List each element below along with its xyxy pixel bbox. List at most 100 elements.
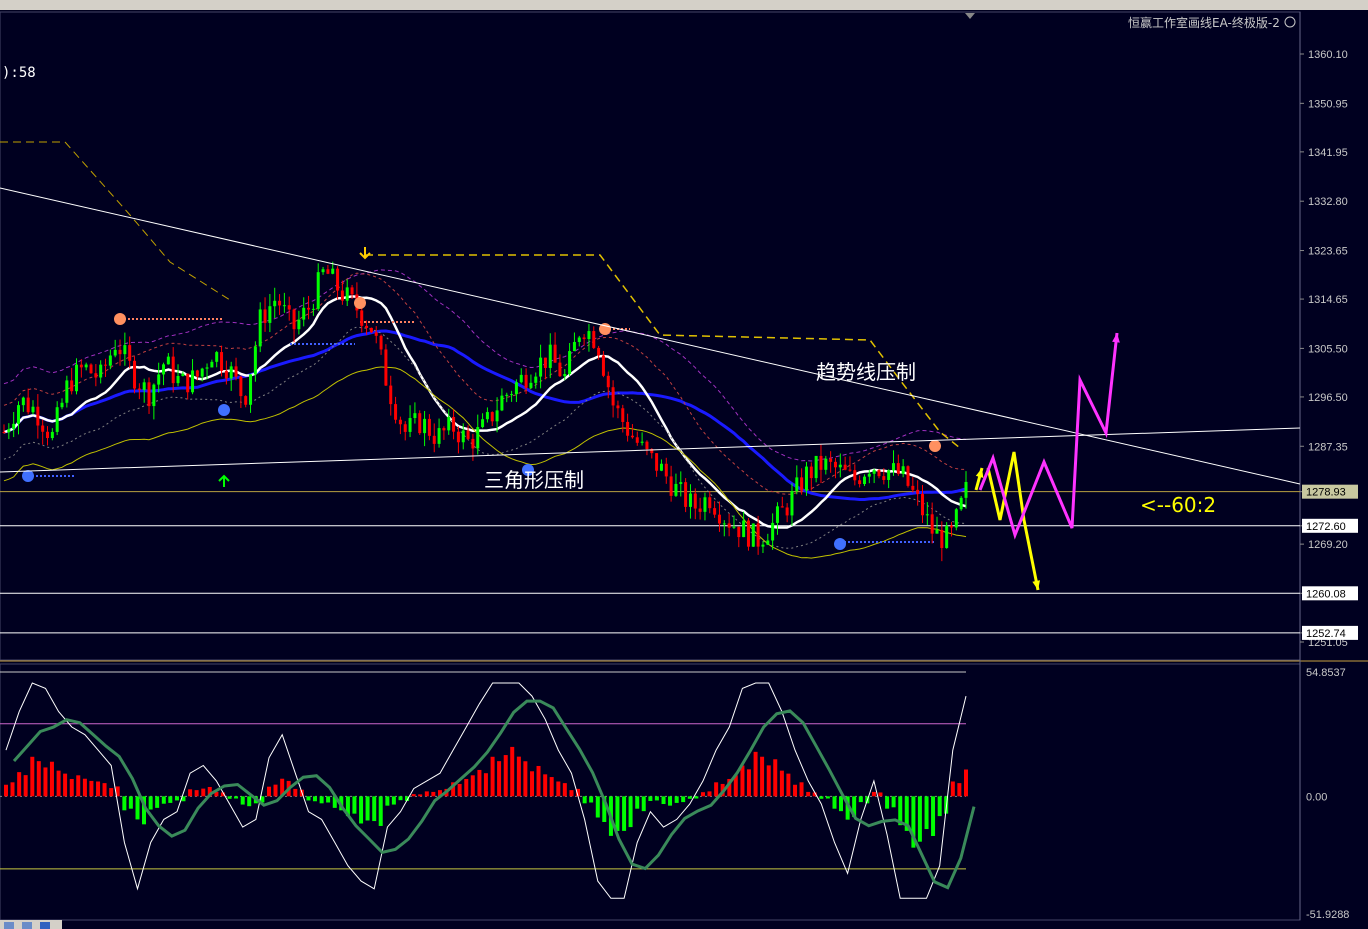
candle-body	[17, 405, 21, 424]
scroll-marker-icon	[965, 13, 975, 19]
price-axis-label: 1305.50	[1308, 343, 1348, 355]
osc-bar	[786, 773, 791, 797]
candle-body	[50, 431, 54, 439]
osc-bar	[352, 796, 357, 814]
osc-bar	[891, 796, 896, 808]
osc-bar	[122, 796, 127, 811]
candle-body	[790, 491, 794, 516]
candle-body	[708, 497, 712, 509]
osc-bar	[418, 794, 423, 797]
osc-bar	[247, 796, 252, 807]
candle-body	[360, 310, 364, 326]
osc-bar	[510, 746, 515, 797]
osc-bar	[793, 784, 798, 797]
candle-body	[920, 493, 924, 516]
osc-bar	[628, 796, 633, 828]
osc-bar	[549, 777, 554, 797]
candle-body	[577, 337, 581, 343]
osc-bar	[885, 796, 890, 809]
candle-body	[12, 423, 16, 430]
candle-body	[215, 352, 219, 362]
candle-body	[55, 407, 59, 432]
candle-body	[529, 382, 533, 388]
candle-body	[142, 382, 146, 390]
candle-body	[954, 509, 958, 528]
osc-bar	[687, 796, 692, 799]
candle-body	[490, 412, 494, 422]
candle-body	[60, 402, 64, 408]
candle-body	[698, 508, 702, 512]
osc-bar	[569, 790, 574, 797]
candle-body	[727, 523, 731, 528]
osc-bar	[128, 796, 133, 809]
signal-dot	[22, 470, 34, 482]
osc-bar	[641, 796, 646, 812]
candle-body	[379, 335, 383, 350]
candle-body	[930, 514, 934, 534]
candle-body	[133, 360, 137, 389]
osc-bar	[582, 796, 587, 804]
candle-body	[751, 523, 755, 547]
candle-body	[635, 437, 639, 443]
signal-dot	[929, 440, 941, 452]
osc-bar	[43, 767, 48, 797]
candle-body	[432, 435, 436, 444]
candle-body	[872, 470, 876, 474]
candle-body	[220, 352, 224, 371]
candle-body	[582, 337, 586, 340]
signal-dot	[218, 404, 230, 416]
osc-axis-label: -51.9288	[1306, 909, 1349, 921]
candle-body	[848, 469, 852, 471]
osc-bar	[964, 769, 968, 797]
osc-bar	[168, 796, 173, 803]
osc-bar	[10, 782, 15, 797]
osc-bar	[779, 770, 784, 797]
candle-body	[157, 374, 161, 385]
price-axis-label: 1296.50	[1308, 392, 1348, 404]
osc-bar	[806, 791, 811, 797]
osc-bar	[431, 791, 436, 797]
candle-body	[191, 370, 195, 393]
candle-body	[408, 418, 412, 432]
osc-bar	[595, 796, 600, 818]
oscillator: 54.8537 0.00 -51.9288	[0, 667, 1349, 921]
candle-body	[780, 506, 784, 508]
candle-body	[630, 435, 634, 438]
candle-body	[616, 405, 620, 409]
price-axis-label: 1323.65	[1308, 246, 1348, 258]
osc-bar	[957, 783, 962, 797]
candle-body	[205, 367, 209, 369]
candle-body	[239, 376, 243, 397]
osc-bar	[135, 796, 140, 820]
candle-body	[621, 408, 625, 422]
toolbar-button-2[interactable]	[22, 922, 32, 929]
candle-body	[282, 305, 286, 307]
candle-body	[896, 463, 900, 474]
price-axis-label: 1341.95	[1308, 147, 1348, 159]
candle-body	[210, 361, 214, 368]
candle-body	[500, 395, 504, 411]
candle-body	[862, 476, 866, 485]
candle-body	[756, 523, 760, 547]
candle-body	[147, 382, 151, 407]
candle-body	[800, 477, 804, 491]
candle-body	[331, 268, 335, 274]
candle-body	[302, 307, 306, 320]
candle-body	[761, 544, 765, 547]
clock-fragment: ):58	[2, 65, 36, 81]
candle-body	[505, 394, 509, 396]
candle-body	[949, 525, 953, 528]
osc-bar	[391, 796, 396, 805]
candle-body	[833, 461, 837, 468]
candle-body	[713, 508, 717, 515]
candle-body	[340, 290, 344, 301]
candle-body	[693, 493, 697, 509]
candle-body	[258, 309, 262, 347]
toolbar-button-1[interactable]	[4, 922, 14, 929]
osc-bar	[825, 796, 830, 799]
osc-bar	[832, 796, 837, 809]
candle-body	[887, 470, 891, 480]
gear-icon[interactable]	[40, 922, 50, 929]
osc-bar	[69, 778, 74, 797]
osc-bar	[536, 765, 541, 797]
